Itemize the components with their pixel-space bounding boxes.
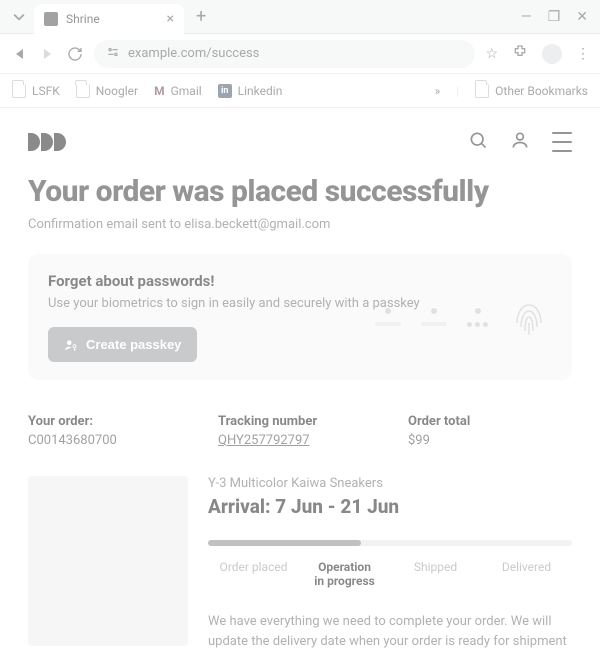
close-window-icon[interactable]: ✕ <box>576 9 588 25</box>
bookmark-lsfk[interactable]: LSFK <box>12 84 60 98</box>
browser-toolbar: example.com/success ☆ ⋮ <box>0 34 600 74</box>
bookmark-linkedin[interactable]: inLinkedin <box>218 84 283 98</box>
tab-close-icon[interactable]: × <box>167 11 174 27</box>
new-tab-button[interactable]: + <box>188 6 214 27</box>
back-button[interactable] <box>10 45 28 63</box>
create-passkey-button[interactable]: Create passkey <box>48 327 197 362</box>
brand-logo[interactable] <box>28 133 66 151</box>
maximize-icon[interactable]: ❐ <box>548 9 561 25</box>
product-name: Y-3 Multicolor Kaiwa Sneakers <box>208 476 572 491</box>
other-bookmarks[interactable]: Other Bookmarks <box>475 84 588 98</box>
product-thumbnail <box>28 476 188 646</box>
site-settings-icon[interactable] <box>106 45 120 62</box>
tracking-label: Tracking number <box>218 414 398 429</box>
reload-button[interactable] <box>66 45 84 63</box>
total-label: Order total <box>408 414 572 429</box>
bookmarks-bar: LSFK Noogler MGmail inLinkedin » | Other… <box>0 74 600 108</box>
bookmarks-overflow-icon[interactable]: » <box>435 84 441 98</box>
linkedin-icon: in <box>218 84 232 98</box>
order-id-label: Your order: <box>28 414 208 429</box>
minimize-icon[interactable]: — <box>521 9 532 25</box>
order-total-value: $99 <box>408 433 572 448</box>
confirmation-text: Confirmation email sent to elisa.beckett… <box>28 217 572 232</box>
passkey-title: Forget about passwords! <box>48 272 552 290</box>
folder-icon <box>12 84 26 98</box>
gmail-icon: M <box>154 84 165 98</box>
browser-tab[interactable]: Shrine × <box>34 4 184 34</box>
stage-in-progress: Operation in progress <box>299 560 390 588</box>
tab-favicon <box>44 12 58 26</box>
bookmark-noogler[interactable]: Noogler <box>76 84 138 98</box>
bookmark-gmail[interactable]: MGmail <box>154 84 202 98</box>
tab-search-dropdown[interactable] <box>8 6 30 28</box>
stage-delivered: Delivered <box>481 560 572 588</box>
stage-shipped: Shipped <box>390 560 481 588</box>
arrival-window: Arrival: 7 Jun - 21 Jun <box>208 495 572 518</box>
fingerprint-icon <box>508 293 550 341</box>
extensions-icon[interactable] <box>512 44 528 64</box>
progress-fill <box>208 540 361 546</box>
page-content: Your order was placed successfully Confi… <box>0 108 600 667</box>
shipment-update-text: We have everything we need to complete y… <box>208 612 568 651</box>
shipment-progress <box>208 540 572 546</box>
order-summary: Your order: Tracking number Order total … <box>28 414 572 448</box>
shipment-stages: Order placed Operation in progress Shipp… <box>208 560 572 588</box>
shipment-details: Y-3 Multicolor Kaiwa Sneakers Arrival: 7… <box>28 476 572 651</box>
address-bar[interactable]: example.com/success <box>94 40 475 68</box>
search-icon[interactable] <box>468 130 488 154</box>
profile-avatar[interactable] <box>542 44 562 64</box>
stage-placed: Order placed <box>208 560 299 588</box>
folder-icon <box>76 84 90 98</box>
passkey-icon <box>64 338 78 352</box>
passkey-illustration <box>375 293 550 341</box>
browser-titlebar: Shrine × + — ❐ ✕ <box>0 0 600 34</box>
bookmark-star-icon[interactable]: ☆ <box>485 46 498 62</box>
window-controls: — ❐ ✕ <box>521 9 592 25</box>
order-id-value: C00143680700 <box>28 433 208 448</box>
account-icon[interactable] <box>510 130 530 154</box>
url-text: example.com/success <box>128 46 259 61</box>
hamburger-menu-icon[interactable] <box>552 132 572 152</box>
site-header <box>28 124 572 160</box>
tracking-link[interactable]: QHY257792797 <box>218 433 398 448</box>
folder-icon <box>475 84 489 98</box>
kebab-menu-icon[interactable]: ⋮ <box>576 46 590 62</box>
forward-button[interactable] <box>38 45 56 63</box>
page-title: Your order was placed successfully <box>28 174 572 209</box>
tab-title: Shrine <box>66 12 100 26</box>
passkey-prompt: Forget about passwords! Use your biometr… <box>28 254 572 380</box>
